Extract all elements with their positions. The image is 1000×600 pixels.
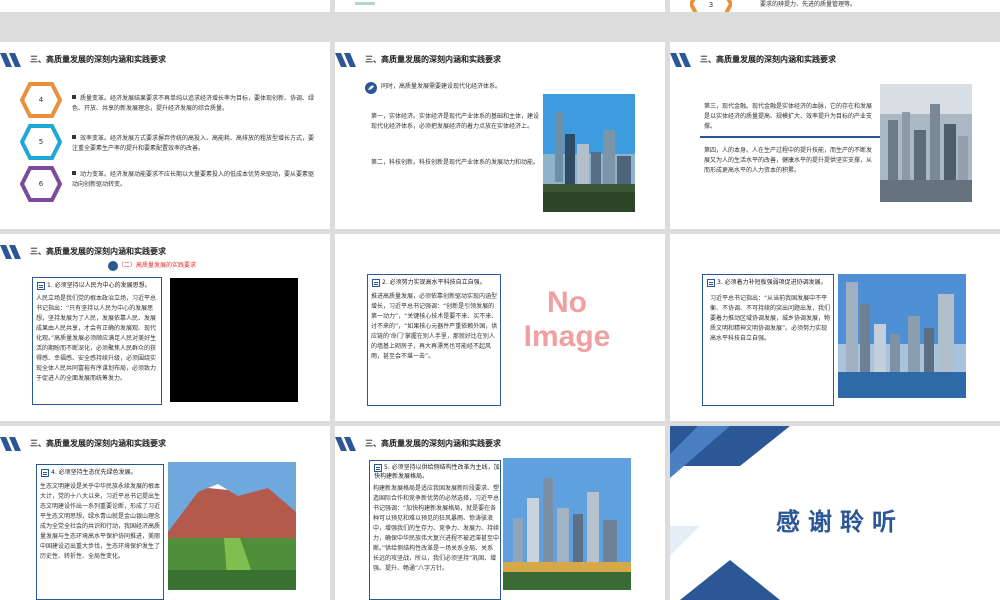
mountain-landscape-image bbox=[168, 462, 296, 590]
header-stripes-icon bbox=[0, 437, 21, 451]
hex-item-4-text: 质量变革。经济发展结果要求不再单纯以追求经济增长率为目标，要体现创新、协调、绿色… bbox=[72, 95, 315, 112]
hex-item-5-text: 效率变革。经济发展方式要求摒弃传统的高投入、高能耗、高排放的粗放型增长方式，要注… bbox=[72, 135, 315, 152]
body-text: 人民立场是我们党的根本政治立场，习近平总书记指出：“只有坚持以人民为中心的发展思… bbox=[36, 295, 157, 382]
header-stripes-icon bbox=[335, 53, 356, 67]
body-text: 推进高质量发展，必须依靠创新驱动实现内涵型增长，习近平总书记强调：“创新是引领发… bbox=[371, 293, 498, 360]
slide-top-middle[interactable] bbox=[335, 0, 665, 12]
bullet-square-icon bbox=[72, 171, 76, 175]
decorative-line bbox=[355, 2, 375, 5]
hex-6-number: 6 bbox=[38, 180, 44, 188]
leaf-icon bbox=[108, 261, 118, 271]
document-icon bbox=[707, 278, 715, 287]
box-heading: 3. 必须着力补短板强弱项促进协调发展。 bbox=[707, 277, 827, 287]
header-stripes-icon bbox=[335, 437, 356, 451]
beijing-skyline-image bbox=[503, 458, 631, 590]
slide-tech[interactable]: 2. 必须努力实现高水平科技自立自强。 推进高质量发展，必须依靠创新驱动实现内涵… bbox=[335, 234, 665, 421]
paragraph-three: 第三，现代金融。现代金融是实体经济的血脉，它的存在和发展是以实体经济的质量提高、… bbox=[704, 103, 873, 130]
slide-top-right[interactable]: 3 要求的辨提力、先进的质量管理等。 bbox=[670, 0, 1000, 12]
document-icon bbox=[372, 278, 380, 287]
slide-title: 三、高质量发展的深刻内涵和实践要求 bbox=[30, 55, 166, 64]
slide-green[interactable]: 三、高质量发展的深刻内涵和实践要求 4. 必须坚持生态优先绿色发展。 生态文明建… bbox=[0, 426, 330, 600]
hex-3-number: 3 bbox=[709, 1, 713, 9]
slide-reform[interactable]: 三、高质量发展的深刻内涵和实践要求 5. 必须坚持以供给侧结构性改革为主线，加快… bbox=[335, 426, 665, 600]
hex-4-number: 4 bbox=[38, 96, 44, 104]
slide-title: 三、高质量发展的深刻内涵和实践要求 bbox=[30, 439, 166, 448]
slide-top-left[interactable] bbox=[0, 0, 330, 12]
subtitle: （二）高质量发展的实践要求 bbox=[118, 262, 197, 269]
bullet-square-icon bbox=[72, 135, 76, 139]
top-slide-text: 要求的辨提力、先进的质量管理等。 bbox=[760, 1, 857, 8]
slide-coordination[interactable]: 3. 必须着力补短板强弱项促进协调发展。 习近平总书记指出：“从当前我国发展中不… bbox=[670, 234, 1000, 421]
document-icon bbox=[37, 281, 45, 290]
document-icon bbox=[374, 463, 382, 472]
intro-text: 同时，高质量发展需要建设现代化经济体系。 bbox=[381, 83, 502, 90]
header-stripes-icon bbox=[670, 53, 691, 67]
slide-thanks[interactable]: 感谢聆听 bbox=[670, 426, 1000, 600]
slide-economic-system[interactable]: 三、高质量发展的深刻内涵和实践要求 同时，高质量发展需要建设现代化经济体系。 第… bbox=[335, 42, 665, 229]
slide-title: 三、高质量发展的深刻内涵和实践要求 bbox=[700, 55, 836, 64]
aerial-city-image bbox=[880, 84, 972, 202]
paragraph-one: 第一，实体经济。实体经济是现代产业体系的基础和主体，建设现代化经济体系，必须把发… bbox=[371, 113, 540, 130]
video-placeholder[interactable] bbox=[170, 278, 298, 402]
body-text: 生态文明建设是关乎中华民族永续发展的根本大计，党的十八大以来，习近平总书记提出生… bbox=[40, 483, 161, 560]
bullet-square-icon bbox=[72, 95, 76, 99]
paragraph-four: 第四，人的本身。人在生产过程中的提升技能，而生产的不断发展又为人的生活水平的改善… bbox=[704, 147, 873, 174]
slide-title: 三、高质量发展的深刻内涵和实践要求 bbox=[30, 247, 166, 256]
slide-title: 三、高质量发展的深刻内涵和实践要求 bbox=[365, 439, 501, 448]
header-stripes-icon bbox=[0, 245, 21, 259]
box-heading: 5. 必须坚持以供给侧结构性改革为主线，加快构建新发展格局。 bbox=[374, 463, 500, 480]
box-heading: 1. 必须坚持以人民为中心的发展思想。 bbox=[37, 280, 151, 290]
slide-people-centered[interactable]: 三、高质量发展的深刻内涵和实践要求 （二）高质量发展的实践要求 1. 必须坚持以… bbox=[0, 234, 330, 421]
slide-finance[interactable]: 三、高质量发展的深刻内涵和实践要求 第三，现代金融。现代金融是实体经济的血脉，它… bbox=[670, 42, 1000, 229]
paragraph-two: 第二，科技创新。科技创新是现代产业体系的发展动力和动能。 bbox=[371, 159, 540, 166]
thanks-title: 感谢聆听 bbox=[776, 508, 904, 536]
waterfront-city-image bbox=[838, 274, 966, 398]
no-image-text-line2: Image bbox=[523, 320, 611, 353]
box-heading: 2. 必须努力实现高水平科技自立自强。 bbox=[372, 277, 486, 287]
leaf-icon bbox=[365, 82, 377, 94]
slide-title: 三、高质量发展的深刻内涵和实践要求 bbox=[365, 55, 501, 64]
header-stripes-icon bbox=[0, 53, 21, 67]
body-text: 构建新发展格局是适应我国发展新阶段要求、塑造国际合作和竞争新优势的必然选择，习近… bbox=[373, 485, 500, 572]
no-image-text-line1: No bbox=[547, 286, 587, 319]
city-skyline-image bbox=[543, 94, 635, 212]
no-image-placeholder: No Image bbox=[505, 286, 629, 354]
hex-3-icon: 3 bbox=[690, 0, 732, 12]
hex-item-6-text: 动力变革。经济发展动能要求不应长期以大量要素投入的低成本优势来驱动，要从要素驱动… bbox=[72, 171, 315, 188]
box-heading: 4. 必须坚持生态优先绿色发展。 bbox=[41, 467, 137, 477]
hex-5-number: 5 bbox=[38, 138, 44, 146]
slide-hex-list[interactable]: 三、高质量发展的深刻内涵和实践要求 4 5 6 质量变革。经济发展结果要求不再单… bbox=[0, 42, 330, 229]
body-text: 习近平总书记指出：“从当前我国发展中不平衡、不协调、不可持续的突出问题出发，我们… bbox=[710, 295, 831, 342]
document-icon bbox=[41, 468, 49, 477]
